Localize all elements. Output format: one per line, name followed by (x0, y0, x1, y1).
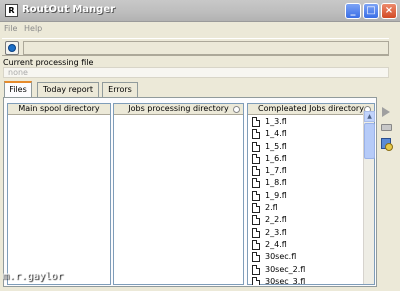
file-list-item[interactable]: 2_3.fl (248, 227, 362, 239)
file-list-item[interactable]: 30sec_3.fl (248, 276, 362, 285)
run-button[interactable] (380, 106, 394, 119)
file-list-item[interactable]: 1_3.fl (248, 116, 362, 128)
file-icon (252, 227, 260, 238)
file-icon (252, 129, 260, 140)
file-name: 1_9.fl (265, 190, 287, 200)
processing-label: Current processing file (3, 58, 94, 67)
completed-jobs-list[interactable]: Compleated Jobs directory 1_3.fl 1_4.fl 1_… (247, 103, 375, 285)
view-button[interactable] (380, 137, 394, 151)
file-icon (252, 264, 260, 275)
file-name: 2_2.fl (265, 215, 287, 225)
menu-bar: File Help (0, 23, 400, 36)
tab-errors[interactable]: Errors (102, 82, 138, 97)
main-spool-list[interactable]: Main spool directory (7, 103, 111, 285)
menu-file[interactable]: File (4, 24, 17, 33)
file-icon (252, 190, 260, 201)
file-name: 2.fl (265, 203, 278, 213)
file-list-item[interactable]: 1_8.fl (248, 177, 362, 189)
file-icon (252, 252, 260, 263)
file-icon (252, 141, 260, 152)
processing-value: none (3, 67, 389, 78)
file-name: 1_8.fl (265, 178, 287, 188)
book-search-icon (381, 138, 393, 151)
file-name: 30sec_2.fl (265, 264, 306, 274)
file-icon (252, 215, 260, 226)
file-name: 2_3.fl (265, 227, 287, 237)
file-name: 1_5.fl (265, 141, 287, 151)
printer-icon (381, 124, 392, 131)
file-name: 30sec_3.fl (265, 276, 306, 285)
completed-scrollbar[interactable]: ▲ (363, 111, 375, 284)
file-name: 30sec.fl (265, 252, 297, 262)
file-name: 1_4.fl (265, 129, 287, 139)
file-icon (252, 276, 260, 285)
file-icon (252, 117, 260, 127)
title-bar: R RoutOut Manger _ □ × (0, 0, 400, 22)
completed-jobs-header-label: Compleated Jobs directory (258, 104, 364, 113)
scroll-thumb[interactable] (364, 123, 375, 159)
file-name: 2_4.fl (265, 239, 287, 249)
scroll-up-icon[interactable]: ▲ (364, 111, 375, 122)
file-list-item[interactable]: 30sec_2.fl (248, 264, 362, 276)
file-icon (252, 239, 260, 250)
main-spool-header: Main spool directory (8, 104, 110, 115)
jobs-processing-radio[interactable] (233, 106, 240, 113)
file-list-item[interactable]: 2.fl (248, 202, 362, 214)
file-list-item[interactable]: 2_4.fl (248, 239, 362, 251)
jobs-processing-list[interactable]: Jobs processing directory (113, 103, 244, 285)
file-list-item[interactable]: 1_9.fl (248, 190, 362, 202)
power-icon (8, 44, 16, 52)
print-button[interactable] (380, 121, 394, 134)
close-button[interactable]: × (381, 3, 397, 19)
completed-file-list: 1_3.fl 1_4.fl 1_5.fl 1_6.fl 1_7.fl 1_8.fl 1_9.… (248, 116, 362, 285)
file-name: 1_7.fl (265, 166, 287, 176)
file-list-item[interactable]: 30sec.fl (248, 251, 362, 263)
tab-today-report[interactable]: Today report (37, 82, 99, 97)
tab-files[interactable]: Files (4, 81, 32, 98)
file-icon (252, 153, 260, 164)
file-name: 1_3.fl (265, 117, 287, 126)
jobs-processing-header: Jobs processing directory (114, 104, 243, 115)
window-title: RoutOut Manger (22, 4, 116, 15)
file-list-item[interactable]: 1_7.fl (248, 165, 362, 177)
app-icon: R (5, 4, 18, 17)
file-icon (252, 178, 260, 189)
watermark: m.r.gaylor (3, 271, 64, 282)
completed-jobs-header: Compleated Jobs directory (248, 104, 374, 115)
play-icon (382, 107, 390, 117)
menu-help[interactable]: Help (24, 24, 42, 33)
toolbar (2, 38, 389, 56)
refresh-button[interactable] (5, 41, 19, 55)
maximize-button[interactable]: □ (363, 3, 379, 19)
jobs-processing-header-label: Jobs processing directory (128, 104, 229, 113)
file-list-item[interactable]: 2_2.fl (248, 214, 362, 226)
file-name: 1_6.fl (265, 153, 287, 163)
minimize-button[interactable]: _ (345, 3, 361, 19)
file-list-item[interactable]: 1_5.fl (248, 141, 362, 153)
toolbar-status-field (23, 41, 389, 55)
file-icon (252, 203, 260, 214)
file-icon (252, 166, 260, 177)
file-list-item[interactable]: 1_4.fl (248, 128, 362, 140)
file-list-item[interactable]: 1_6.fl (248, 153, 362, 165)
